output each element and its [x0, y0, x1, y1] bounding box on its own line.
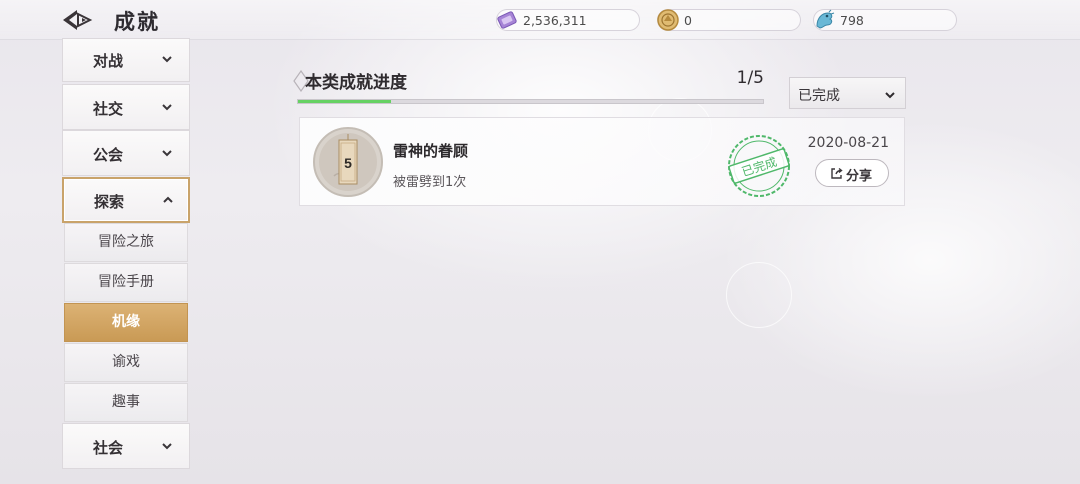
completed-stamp-icon: 已完成: [728, 135, 790, 197]
currency-coin[interactable]: 0: [657, 9, 801, 31]
sidebar-item-guild[interactable]: 公会: [62, 130, 190, 176]
blue-dragon-icon: [816, 9, 835, 29]
achievement-badge-number: 5: [344, 155, 352, 171]
achievement-name: 雷神的眷顾: [393, 142, 469, 160]
sidebar-subitem-playful[interactable]: 谕戏: [64, 343, 188, 382]
achievement-description: 被雷劈到1次: [393, 175, 467, 190]
share-button-label: 分享: [846, 169, 873, 184]
share-icon: [831, 167, 843, 179]
sidebar-item-battle[interactable]: 对战: [62, 38, 190, 82]
sidebar-item-label: 社交: [92, 100, 123, 118]
currency-ticket-value: 2,536,311: [523, 13, 587, 28]
category-progress-title: 本类成就进度: [305, 73, 407, 93]
sidebar-item-label: 探索: [93, 193, 124, 211]
currency-dragon[interactable]: 798: [813, 9, 957, 31]
sidebar-item-explore[interactable]: 探索: [62, 177, 190, 223]
sidebar-item-label: 公会: [92, 146, 123, 164]
achievement-badge-icon: 5: [313, 127, 383, 197]
sidebar-item-label: 对战: [92, 52, 123, 70]
sidebar-subitem-fortune[interactable]: 机缘: [64, 303, 188, 342]
chevron-down-icon: [162, 443, 172, 450]
sidebar-subitem-fun-facts[interactable]: 趣事: [64, 383, 188, 422]
sidebar-item-society[interactable]: 社会: [62, 423, 190, 469]
sidebar-subitem-adventure-journey[interactable]: 冒险之旅: [64, 223, 188, 262]
purple-ticket-icon: [497, 11, 517, 29]
currency-coin-value: 0: [684, 13, 692, 28]
chevron-down-icon: [885, 92, 895, 99]
page-title: 成就: [114, 10, 160, 34]
back-button[interactable]: [60, 6, 96, 34]
achievement-date: 2020-08-21: [807, 135, 889, 151]
sidebar-item-social[interactable]: 社交: [62, 84, 190, 130]
gold-coin-icon: [657, 9, 679, 31]
back-arrow-icon: [63, 10, 93, 30]
sidebar-item-label: 社会: [92, 439, 123, 457]
bg-decor-circle: [726, 262, 792, 328]
status-filter-dropdown[interactable]: 已完成: [789, 77, 906, 109]
category-progress-count: 1/5: [736, 68, 764, 88]
chevron-down-icon: [162, 56, 172, 63]
status-filter-value: 已完成: [798, 88, 840, 104]
category-progress-bar: [297, 99, 764, 104]
currency-ticket[interactable]: 2,536,311: [496, 9, 640, 31]
currency-dragon-value: 798: [840, 13, 864, 28]
sidebar-subitem-adventure-handbook[interactable]: 冒险手册: [64, 263, 188, 302]
chevron-up-icon: [163, 196, 173, 203]
achievement-card[interactable]: 5 雷神的眷顾 被雷劈到1次 已完成 2020-08-21 分享: [299, 117, 905, 206]
chevron-down-icon: [162, 150, 172, 157]
category-progress-fill: [298, 100, 391, 103]
top-bar: 成就 2,536,311 0 798: [0, 0, 1080, 40]
share-button[interactable]: 分享: [815, 159, 889, 187]
chevron-down-icon: [162, 104, 172, 111]
